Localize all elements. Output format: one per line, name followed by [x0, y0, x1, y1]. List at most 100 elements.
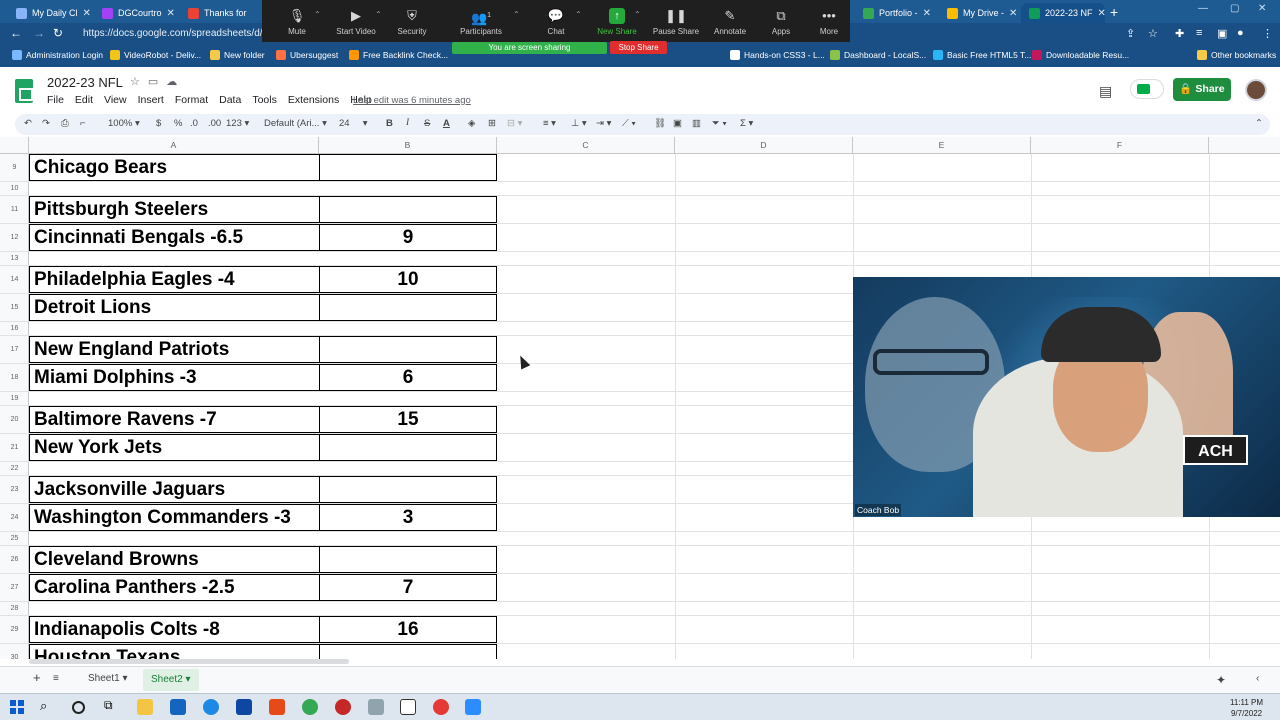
menu-format[interactable]: Format: [175, 94, 208, 106]
extensions-icon[interactable]: ✚: [1175, 27, 1184, 40]
close-tab-icon[interactable]: ✕: [1098, 8, 1105, 19]
file-explorer-icon[interactable]: [137, 699, 153, 715]
cell-team[interactable]: [29, 322, 319, 335]
cell-points[interactable]: [319, 182, 497, 195]
cell-points[interactable]: 10: [319, 266, 497, 293]
7zip-icon[interactable]: [400, 699, 416, 715]
meet-icon[interactable]: [1130, 79, 1164, 99]
search-icon[interactable]: ⌕: [40, 698, 56, 714]
chrome-profile-icon[interactable]: [433, 699, 449, 715]
close-tab-icon[interactable]: ✕: [167, 8, 175, 19]
paint-format-icon[interactable]: ⌐: [80, 118, 86, 129]
cell-points[interactable]: [319, 154, 497, 181]
office-icon[interactable]: [269, 699, 285, 715]
avatar[interactable]: [1245, 79, 1267, 101]
cell-points[interactable]: [319, 252, 497, 265]
insert-link-icon[interactable]: ⛓: [654, 118, 666, 129]
app-icon[interactable]: [335, 699, 351, 715]
cell-points[interactable]: [319, 196, 497, 223]
cell-team[interactable]: Carolina Panthers -2.5: [29, 574, 319, 601]
chevron-down-icon[interactable]: ⌃: [634, 10, 641, 19]
cell-points[interactable]: 9: [319, 224, 497, 251]
font-select[interactable]: Default (Ari... ▾: [264, 118, 327, 129]
move-folder-icon[interactable]: ▭: [148, 76, 166, 88]
back-icon[interactable]: ←: [10, 26, 22, 40]
cell-team[interactable]: Baltimore Ravens -7: [29, 406, 319, 433]
browser-tab[interactable]: My Drive - ✕: [939, 3, 1019, 23]
bookmark-item[interactable]: Basic Free HTML5 T...: [933, 50, 1031, 60]
sheet-tab-sheet1[interactable]: Sheet1 ▾: [88, 673, 128, 684]
cell-team[interactable]: [29, 462, 319, 475]
all-sheets-icon[interactable]: ≡: [53, 673, 59, 684]
reload-icon[interactable]: ↻: [53, 26, 63, 40]
cell-points[interactable]: [319, 602, 497, 615]
row-number[interactable]: 28: [0, 602, 29, 615]
add-sheet-icon[interactable]: +: [33, 670, 41, 685]
cell-team[interactable]: New England Patriots: [29, 336, 319, 363]
row-number[interactable]: 15: [0, 294, 29, 321]
system-clock[interactable]: 11:11 PM 9/7/2022: [1230, 697, 1263, 719]
undo-icon[interactable]: ↶: [24, 118, 32, 129]
close-tab-icon[interactable]: ✕: [923, 8, 931, 19]
stop-share-button[interactable]: Stop Share: [610, 41, 667, 54]
table-row[interactable]: 25: [0, 532, 1280, 546]
profile-icon[interactable]: ●: [1237, 27, 1244, 39]
italic-button[interactable]: I: [406, 118, 409, 128]
sheet-tab-sheet2[interactable]: Sheet2 ▾: [143, 669, 199, 691]
bookmark-item[interactable]: Administration Login: [12, 50, 103, 60]
close-tab-icon[interactable]: ✕: [1009, 8, 1017, 19]
browser-tab[interactable]: DGCourtro ✕: [94, 3, 178, 23]
cell-points[interactable]: [319, 644, 497, 659]
browser-tab[interactable]: Thanks for: [180, 3, 260, 23]
document-title[interactable]: 2022-23 NFL: [47, 75, 123, 90]
text-rotation-icon[interactable]: ⟋ ▾: [622, 118, 636, 129]
zoom-app-icon[interactable]: [465, 699, 481, 715]
browser-tab[interactable]: My Daily Cl ✕: [8, 3, 92, 23]
row-number[interactable]: 26: [0, 546, 29, 573]
row-number[interactable]: 30: [0, 644, 29, 659]
cell-team[interactable]: [29, 602, 319, 615]
cell-team[interactable]: Detroit Lions: [29, 294, 319, 321]
insert-chart-icon[interactable]: ▥: [692, 118, 701, 129]
row-number[interactable]: 24: [0, 504, 29, 531]
chevron-down-icon[interactable]: ⌃: [575, 10, 582, 19]
table-row[interactable]: 10: [0, 182, 1280, 196]
row-number[interactable]: 9: [0, 154, 29, 181]
column-header-f[interactable]: F: [1031, 137, 1209, 154]
row-number[interactable]: 13: [0, 252, 29, 265]
menu-extensions[interactable]: Extensions: [288, 94, 339, 106]
table-row[interactable]: 12 Cincinnati Bengals -6.5 9: [0, 224, 1280, 252]
merge-cells-icon[interactable]: ⊟ ▾: [507, 118, 522, 129]
more-button[interactable]: ••• More: [794, 8, 864, 36]
row-number[interactable]: 25: [0, 532, 29, 545]
menu-view[interactable]: View: [104, 94, 127, 106]
cell-points[interactable]: 7: [319, 574, 497, 601]
chrome-icon[interactable]: [302, 699, 318, 715]
cell-points[interactable]: [319, 336, 497, 363]
cell-points[interactable]: 3: [319, 504, 497, 531]
row-number[interactable]: 22: [0, 462, 29, 475]
last-edit-link[interactable]: Last edit was 6 minutes ago: [353, 95, 471, 106]
font-size-select[interactable]: 24 ▾: [339, 118, 368, 129]
currency-format-button[interactable]: $: [156, 118, 161, 129]
cell-team[interactable]: [29, 252, 319, 265]
text-color-button[interactable]: A: [443, 118, 450, 129]
print-icon[interactable]: ⎙: [61, 118, 69, 129]
strikethrough-button[interactable]: S: [424, 118, 430, 129]
row-number[interactable]: 12: [0, 224, 29, 251]
cell-team[interactable]: Houston Texans: [29, 644, 319, 659]
browser-tab[interactable]: Portfolio - ✕: [855, 3, 937, 23]
cell-points[interactable]: 15: [319, 406, 497, 433]
table-row[interactable]: 11 Pittsburgh Steelers: [0, 196, 1280, 224]
more-formats-select[interactable]: 123 ▾: [226, 118, 249, 129]
bookmark-item[interactable]: Free Backlink Check...: [349, 50, 448, 60]
fill-color-icon[interactable]: ◈: [468, 118, 475, 129]
menu-tools[interactable]: Tools: [252, 94, 277, 106]
cell-team[interactable]: Cleveland Browns: [29, 546, 319, 573]
vertical-align-icon[interactable]: ⊥ ▾: [571, 118, 587, 129]
forward-icon[interactable]: →: [33, 26, 45, 40]
cell-points[interactable]: 16: [319, 616, 497, 643]
row-number[interactable]: 27: [0, 574, 29, 601]
column-header-a[interactable]: A: [29, 137, 319, 154]
cell-points[interactable]: 6: [319, 364, 497, 391]
